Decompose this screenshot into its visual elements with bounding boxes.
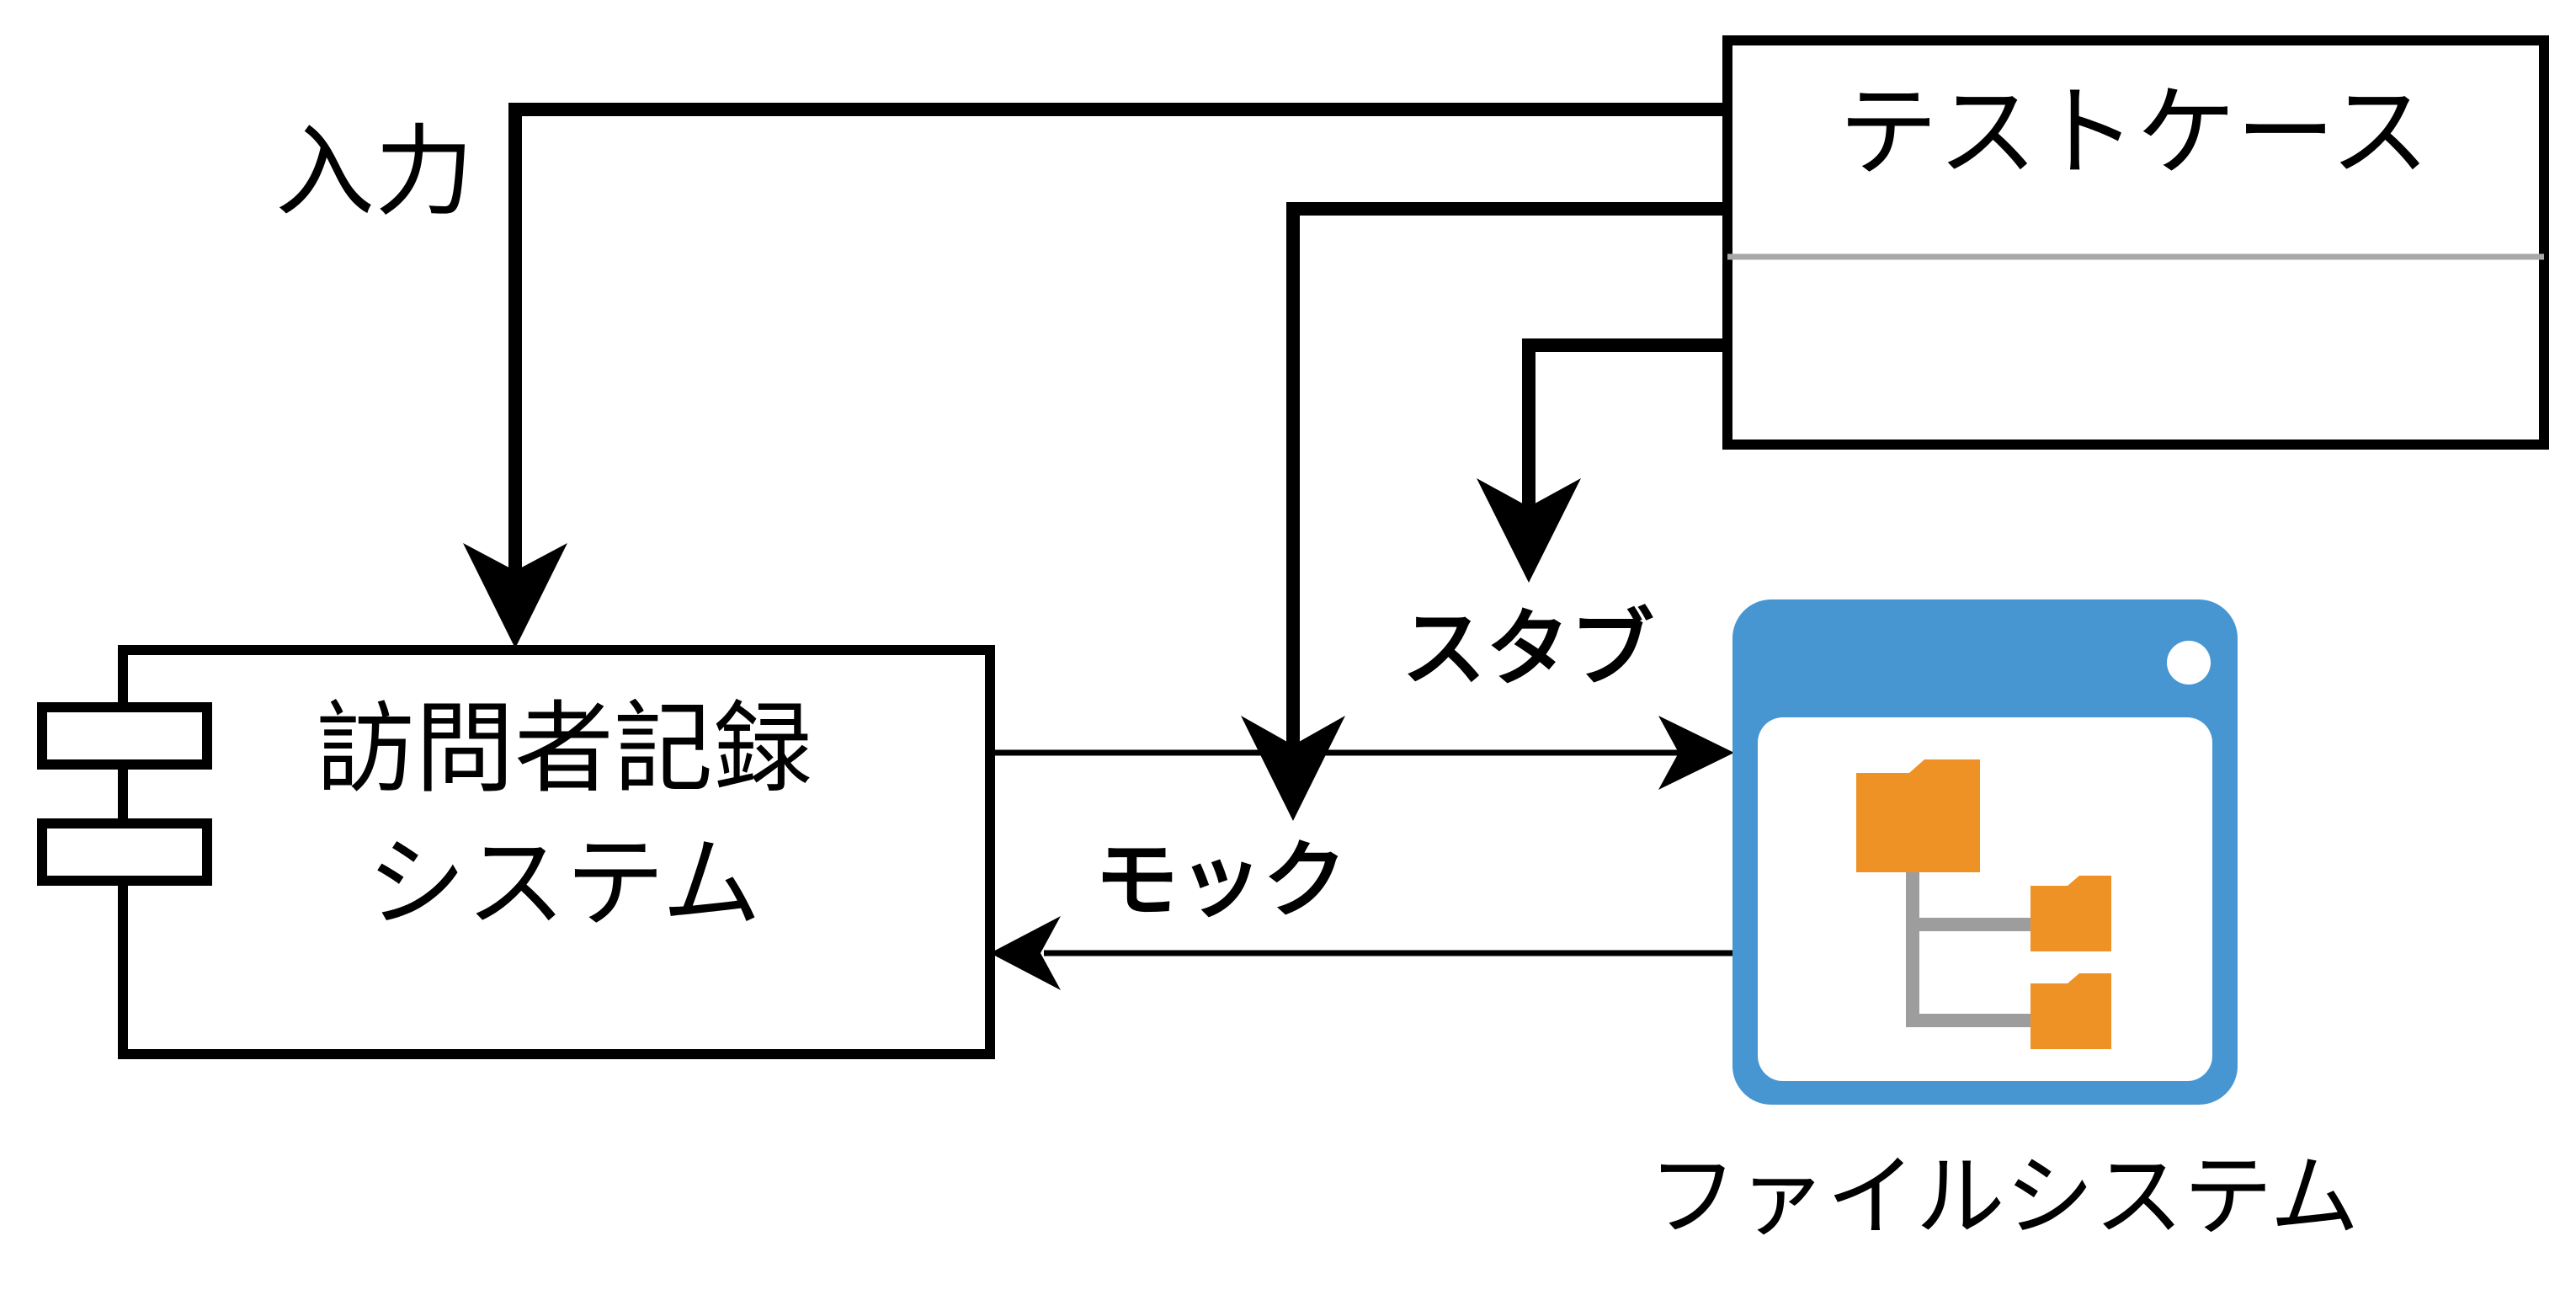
root-folder-icon xyxy=(1856,759,1980,872)
test-case-label: テストケース xyxy=(1839,74,2430,190)
folder-tree-window-icon xyxy=(1732,599,2238,1105)
component-port-top xyxy=(37,702,212,770)
stub-setup-arrow xyxy=(1477,338,1727,583)
input-label: 入力 xyxy=(275,114,474,230)
component-port-bottom xyxy=(37,818,212,886)
input-arrow xyxy=(463,103,1727,648)
stub-label: スタブ xyxy=(1402,599,1654,698)
mock-setup-arrow xyxy=(1241,202,1727,821)
diagram-canvas: テストケース 訪問者記録 システム 入力 スタブ モック ファイルシステム xyxy=(37,35,2549,1249)
file-system-label: ファイルシステム xyxy=(1648,1145,2360,1249)
system-label-line1: 訪問者記録 xyxy=(316,690,812,807)
child-folder-icon xyxy=(2030,876,2111,951)
child-folder-icon xyxy=(2030,973,2111,1049)
visitor-record-system-component: 訪問者記録 システム xyxy=(37,645,995,1059)
system-label-line2: システム xyxy=(367,825,761,941)
test-case-box: テストケース xyxy=(1722,35,2549,450)
system-to-filesystem-arrow xyxy=(990,716,1734,790)
mock-label: モック xyxy=(1094,831,1347,930)
